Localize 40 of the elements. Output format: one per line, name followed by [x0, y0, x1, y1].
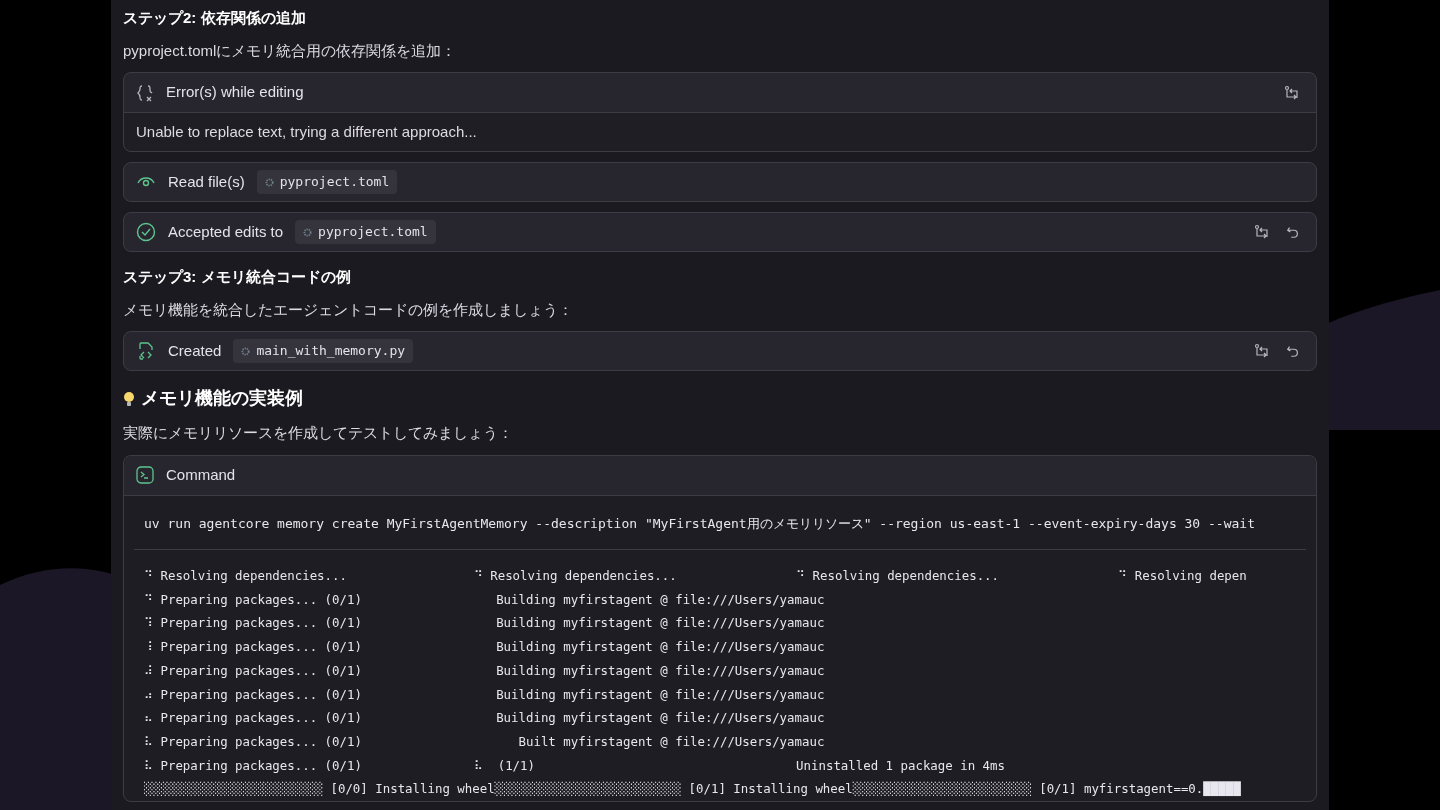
command-text: uv run agentcore memory create MyFirstAgentMemory --description "MyFirstAgent用のメモリリソース" --region us-east-1 --event-expiry-days 30 --wait [134, 513, 1306, 550]
terminal-line: ⠙ Preparing packages... (0/1) Building myfirstagent @ file:///Users/yamauc [144, 590, 826, 609]
file-chip[interactable]: pyproject.toml [295, 220, 436, 244]
undo-icon [1286, 225, 1300, 239]
card-title: Error(s) while editing [166, 82, 304, 103]
terminal-line: ⠙ Resolving dependencies... ⠙ Resolving dependencies... ⠙ Resolving dependencies... ⠙ Resolving depen [144, 567, 1248, 585]
card-title: Read file(s) [168, 171, 245, 192]
paragraph: メモリ機能を統合したエージェントコードの例を作成しましょう： [123, 299, 574, 320]
terminal-line: ⠴ Preparing packages... (0/1) Building myfirstagent @ file:///Users/yamauc [144, 685, 826, 704]
paragraph: 実際にメモリリソースを作成してテストしてみましょう： [123, 423, 514, 443]
file-chip[interactable]: main_with_memory.py [233, 339, 414, 363]
error-message: Unable to replace text, trying a different approach... [136, 121, 477, 142]
compare-icon [1254, 224, 1270, 240]
bulb-icon [123, 390, 135, 407]
terminal-icon [136, 466, 154, 484]
eye-icon [137, 176, 155, 188]
section-title: メモリ機能の実装例 [141, 387, 303, 410]
section-heading: ステップ2: 依存関係の追加 [123, 8, 307, 28]
terminal-line: ⠧ Preparing packages... (0/1) Built myfirstagent @ file:///Users/yamauc [144, 732, 826, 751]
gear-icon [241, 346, 251, 356]
terminal-line: ⠧ Preparing packages... (0/1) ⠧ (1/1) Uninstalled 1 package in 4ms [144, 756, 1006, 775]
gear-icon [303, 227, 313, 237]
undo-icon [1286, 344, 1300, 358]
code-error-icon [136, 83, 154, 102]
paragraph: pyproject.tomlにメモリ統合用の依存関係を追加： [123, 40, 458, 61]
gear-icon [264, 177, 274, 187]
file-chip[interactable]: pyproject.toml [256, 170, 398, 194]
section-heading: ステップ3: メモリ統合コードの例 [123, 267, 352, 287]
card-title: Command [166, 464, 236, 485]
compare-icon [1284, 84, 1300, 101]
check-circle-icon [136, 222, 156, 242]
file-code-icon [137, 341, 155, 361]
terminal-line: ░░░░░░░░░░░░░░░░░░░░░░░░ [0/0] Installing wheel░░░░░░░░░░░░░░░░░░░░░░░░░ [0/1] Installing wheel░░░░░░░░░░░░░░░░░░░░░░░░ [0/1] myfirstagent==0.█████ [144, 780, 1242, 799]
terminal-line: ⠦ Preparing packages... (0/1) Building myfirstagent @ file:///Users/yamauc [144, 709, 826, 728]
terminal-line: ⠸ Preparing packages... (0/1) Building myfirstagent @ file:///Users/yamauc [144, 638, 826, 657]
card-title: Created [168, 340, 222, 361]
card-title: Accepted edits to [168, 221, 284, 242]
terminal-line: ⠹ Preparing packages... (0/1) Building myfirstagent @ file:///Users/yamauc [144, 614, 826, 633]
terminal-line: ⠼ Preparing packages... (0/1) Building myfirstagent @ file:///Users/yamauc [144, 661, 826, 680]
compare-icon [1254, 343, 1270, 359]
